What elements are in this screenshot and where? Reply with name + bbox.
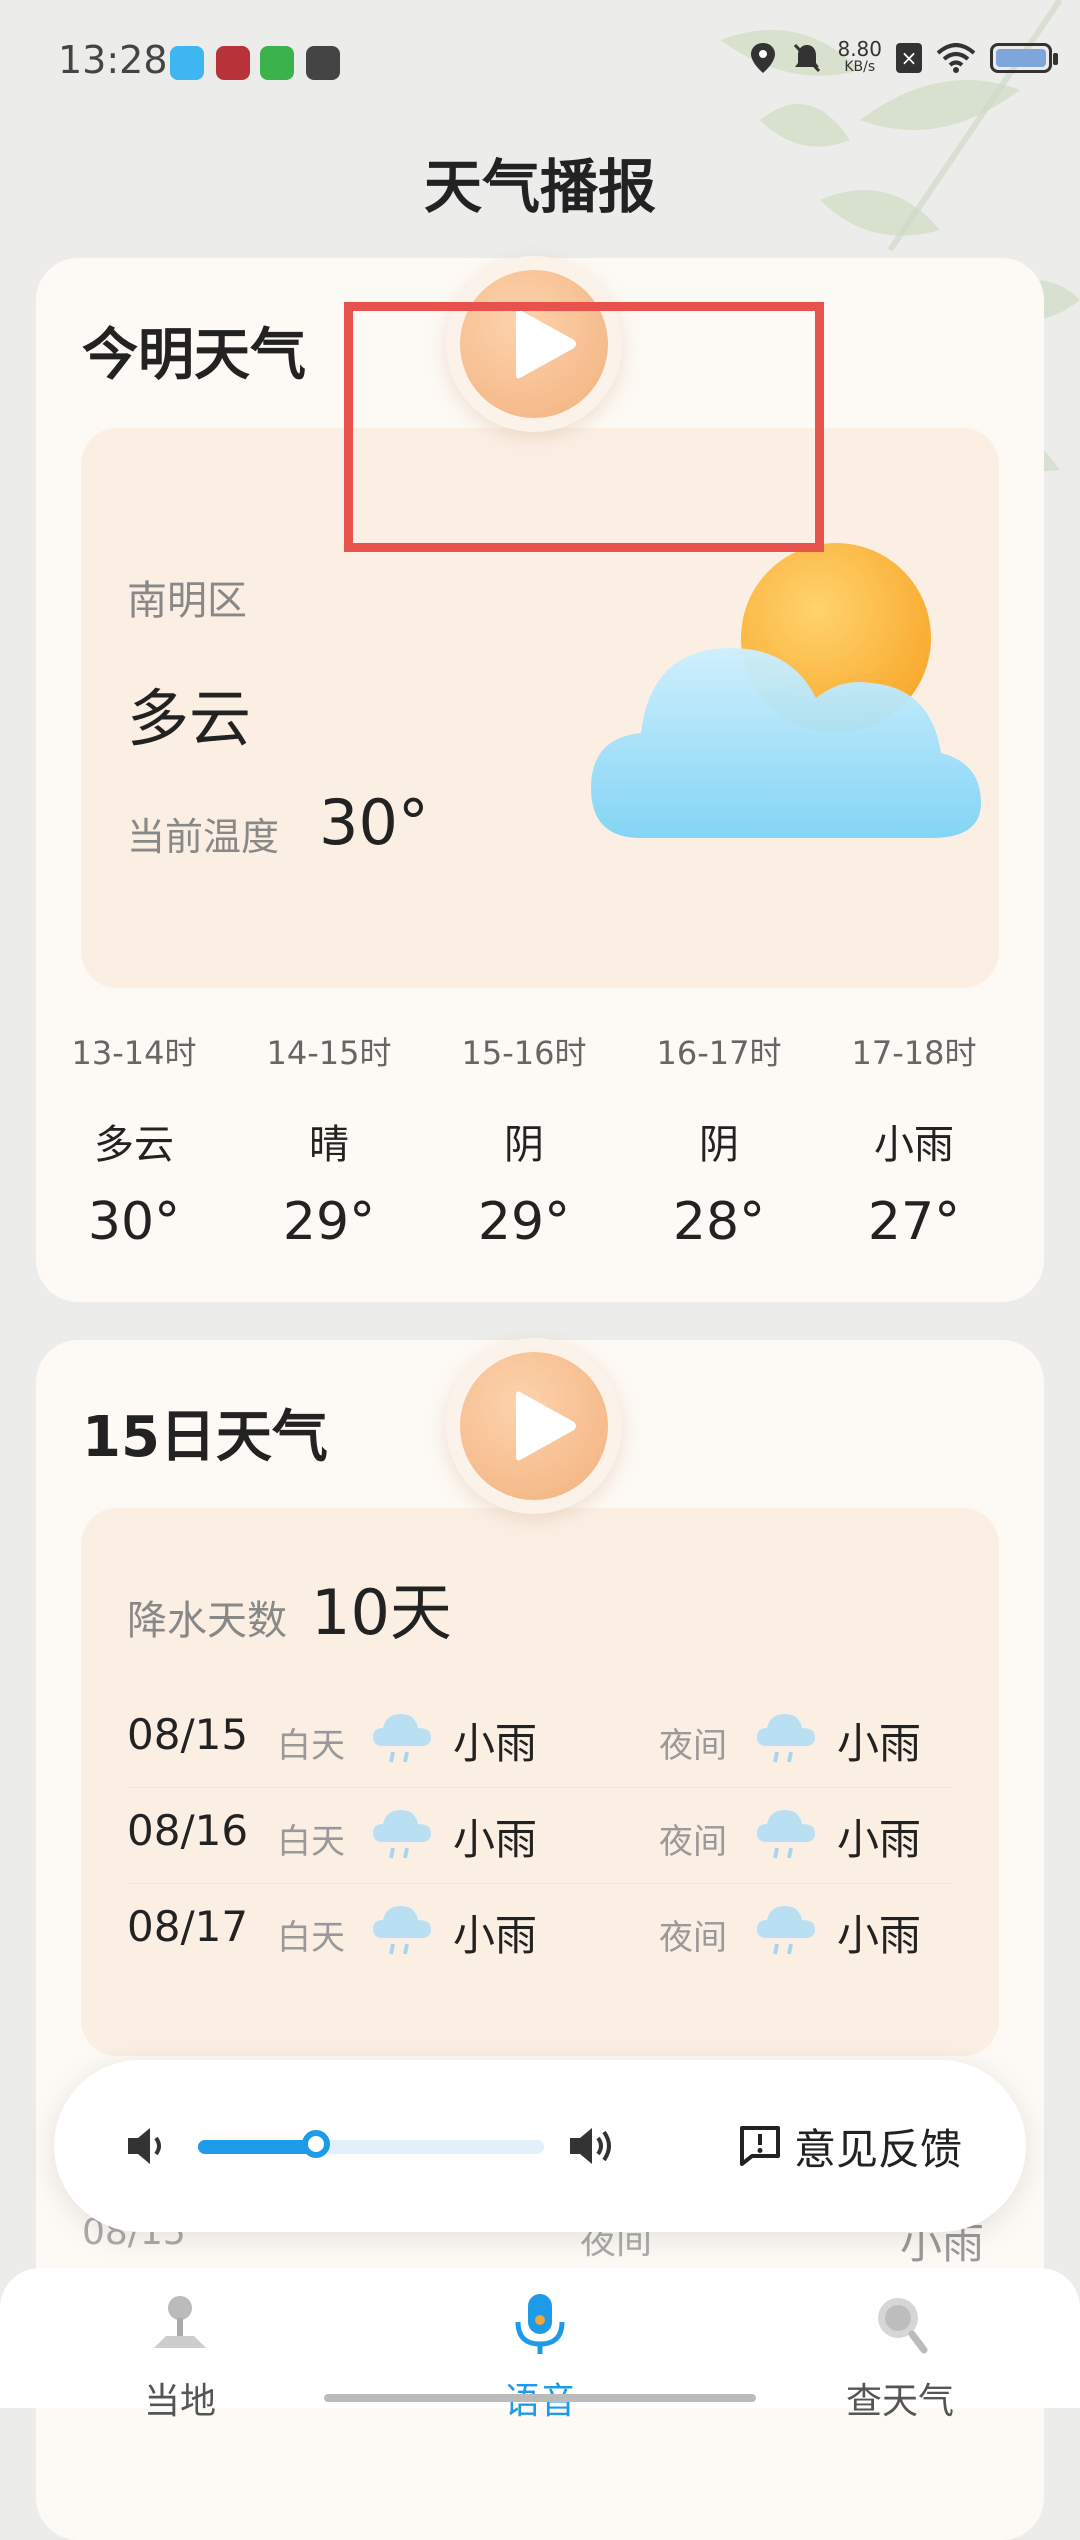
- night-weather: 小雨: [837, 1911, 922, 1960]
- partly-cloudy-icon: [591, 543, 981, 838]
- hour-condition: 阴: [504, 1122, 544, 1168]
- wifi-icon: [936, 43, 976, 73]
- card-title: 15日天气: [82, 1405, 328, 1470]
- light-rain-icon: [373, 1906, 431, 1955]
- light-rain-icon: [757, 1810, 815, 1859]
- feedback-icon: [740, 2126, 780, 2166]
- feedback-label: 意见反馈: [794, 2124, 963, 2174]
- page-title: 天气播报: [423, 153, 656, 221]
- hour-temp: 30°: [87, 1192, 181, 1252]
- forecast-row: 08/15 白天 小雨 夜间 小雨: [81, 1692, 999, 1788]
- hour-range: 15-16时: [461, 1034, 587, 1072]
- nav-item-check-weather[interactable]: 查天气: [750, 2268, 1050, 2422]
- day-weather: 小雨: [453, 1911, 538, 1960]
- hour-condition: 阴: [699, 1122, 739, 1168]
- wallet-app-icon: [306, 46, 340, 80]
- feedback-button[interactable]: 意见反馈: [738, 2116, 962, 2176]
- night-label: 夜间: [659, 1726, 727, 1766]
- light-rain-icon: [757, 1714, 815, 1763]
- hour-range: 14-15时: [266, 1034, 392, 1072]
- forecast-date: 08/15: [127, 1710, 249, 1759]
- battery-icon: [990, 43, 1058, 73]
- card-title: 今明天气: [82, 323, 306, 388]
- volume-slider-fill: [198, 2140, 316, 2154]
- hour-condition: 小雨: [874, 1122, 954, 1168]
- current-condition: 多云: [127, 682, 252, 755]
- night-label: 夜间: [659, 1918, 727, 1958]
- night-label: 夜间: [659, 1822, 727, 1862]
- nav-item-local[interactable]: 当地: [30, 2268, 330, 2422]
- light-rain-icon: [373, 1810, 431, 1859]
- night-weather: 小雨: [837, 1719, 922, 1768]
- no-sim-icon: ×: [896, 43, 922, 73]
- play-icon: [516, 1391, 576, 1461]
- play-forecast-button[interactable]: [446, 1338, 622, 1514]
- hour-range: 17-18时: [851, 1034, 977, 1072]
- audio-control-bar: 意见反馈: [54, 2060, 1026, 2232]
- hourly-item: 16-17时 阴 28°: [621, 1028, 817, 1252]
- rain-days-label: 降水天数: [127, 1598, 287, 1644]
- rain-days-value: 10天: [311, 1576, 452, 1649]
- microphone-icon: [515, 2294, 565, 2354]
- district-name: 南明区: [127, 578, 247, 624]
- nav-label-check-weather: 查天气: [845, 2381, 954, 2422]
- volume-down-icon[interactable]: [122, 2120, 174, 2172]
- hourly-item: 14-15时 晴 29°: [231, 1028, 427, 1252]
- hour-range: 16-17时: [656, 1034, 782, 1072]
- app-icon: [216, 46, 250, 80]
- day-label: 白天: [277, 1918, 345, 1958]
- home-indicator[interactable]: [324, 2394, 756, 2402]
- nav-item-voice[interactable]: 语音: [390, 2268, 690, 2422]
- forecast-date: 08/16: [127, 1806, 249, 1855]
- day-label: 白天: [277, 1822, 345, 1862]
- status-time: 13:28: [58, 38, 168, 82]
- light-rain-icon: [373, 1714, 431, 1763]
- status-bar: 13:28 8.80 KB/s ×: [0, 0, 1080, 130]
- day-label: 白天: [277, 1726, 345, 1766]
- hourly-item: 13-14时 多云 30°: [36, 1028, 232, 1252]
- bottom-navigation: 当地 语音 查天气: [0, 2268, 1080, 2422]
- hourly-item: 15-16时 阴 29°: [426, 1028, 622, 1252]
- hour-temp: 29°: [282, 1192, 376, 1252]
- wechat-app-icon: [260, 46, 294, 80]
- volume-slider[interactable]: [198, 2130, 544, 2158]
- mute-icon: [794, 43, 821, 73]
- search-icon: [878, 2298, 928, 2354]
- hour-condition: 晴: [309, 1122, 349, 1168]
- day-weather: 小雨: [453, 1815, 538, 1864]
- hour-condition: 多云: [94, 1122, 174, 1168]
- hour-range: 13-14时: [71, 1034, 197, 1072]
- hourly-item: 17-18时 小雨 27°: [816, 1028, 1012, 1252]
- network-speed: 8.80 KB/s: [837, 37, 882, 75]
- day-weather: 小雨: [453, 1719, 538, 1768]
- nav-label-local: 当地: [143, 2381, 216, 2422]
- forecast-row: 08/17 白天 小雨 夜间 小雨: [81, 1884, 999, 1980]
- hour-temp: 29°: [477, 1192, 571, 1252]
- forecast-panel: 降水天数 10天 08/15 白天 小雨 夜间 小雨 08/16 白天 小雨 夜…: [81, 1508, 999, 2056]
- hour-temp: 28°: [672, 1192, 766, 1252]
- forecast-date: 08/17: [127, 1902, 249, 1951]
- current-temp-label: 当前温度: [127, 815, 280, 859]
- light-rain-icon: [757, 1906, 815, 1955]
- volume-slider-thumb[interactable]: [301, 2130, 330, 2158]
- forecast-row: 08/16 白天 小雨 夜间 小雨: [81, 1788, 999, 1884]
- volume-up-icon[interactable]: [566, 2120, 618, 2172]
- location-icon: [751, 43, 776, 73]
- night-weather: 小雨: [837, 1815, 922, 1864]
- current-temp-value: 30°: [319, 786, 429, 859]
- highlight-box: [344, 302, 824, 552]
- weather-app-icon: [170, 46, 204, 80]
- map-pin-icon: [154, 2296, 206, 2348]
- hour-temp: 27°: [867, 1192, 961, 1252]
